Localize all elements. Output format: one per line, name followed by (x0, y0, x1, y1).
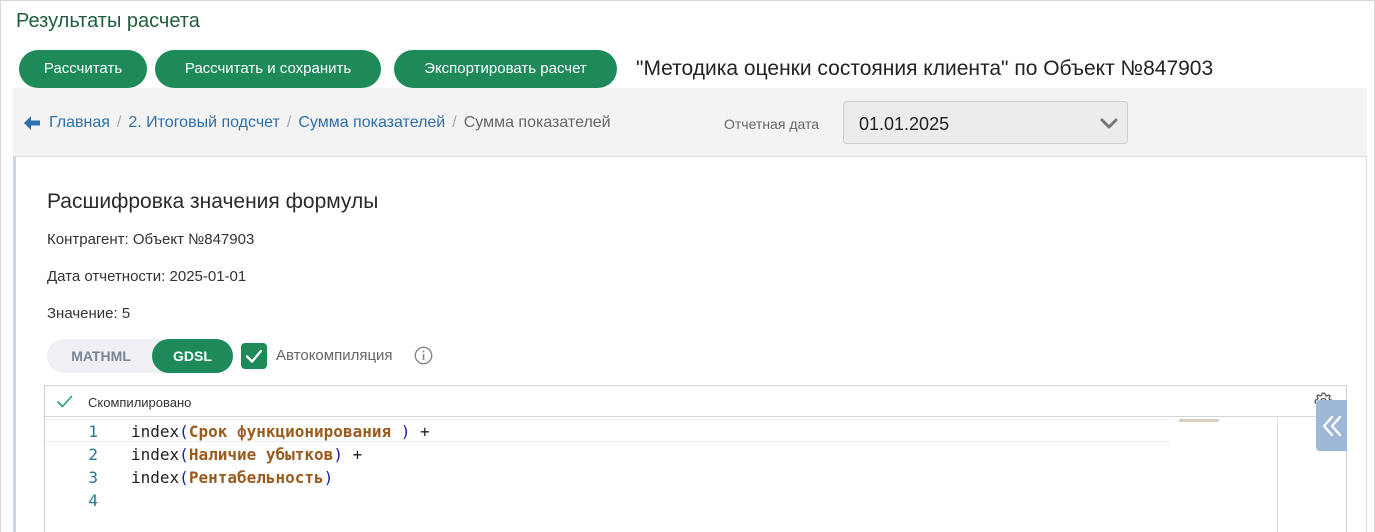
editor-minimap[interactable] (1179, 419, 1219, 422)
checkmark-icon (245, 349, 263, 363)
autocompile-checkbox[interactable] (241, 343, 267, 369)
breadcrumb-bar: Главная / 2. Итоговый подсчет / Сумма показа… (13, 88, 1367, 156)
breadcrumb-sum[interactable]: Сумма показателей (298, 114, 445, 131)
value-text: Значение: 5 (47, 305, 131, 322)
counterparty-text: Контрагент: Объект №847903 (47, 231, 255, 248)
code-line: 4 (45, 489, 1170, 512)
editor-scrollbar[interactable] (1277, 418, 1278, 532)
report-date-select[interactable]: 01.01.2025 (843, 101, 1128, 144)
autocompile-label: Автокомпиляция (276, 347, 393, 364)
code-editor: Скомпилировано 1 index(Срок функциониров… (44, 385, 1347, 532)
mode-mathml[interactable]: MATHML (53, 339, 149, 373)
checkmark-icon (57, 395, 73, 408)
calculate-save-button[interactable]: Рассчитать и сохранить (155, 50, 381, 88)
line-number: 3 (88, 468, 98, 487)
info-icon[interactable] (414, 346, 433, 365)
export-button[interactable]: Экспортировать расчет (394, 50, 617, 88)
breadcrumb: Главная / 2. Итоговый подсчет / Сумма показа… (49, 114, 611, 132)
code-line: 3 index(Рентабельность) (45, 466, 1170, 489)
mode-toggle: MATHML GDSL (47, 339, 233, 373)
breadcrumb-separator: / (286, 114, 292, 131)
line-number: 2 (88, 445, 98, 464)
breadcrumb-separator: / (452, 114, 457, 131)
double-chevron-left-icon (1322, 415, 1342, 437)
code-line: 2 index(Наличие убытков) + (45, 443, 1170, 466)
back-arrow-icon[interactable] (23, 114, 41, 132)
report-date-label: Отчетная дата (724, 116, 820, 132)
line-text: index(Рентабельность) (131, 468, 334, 487)
formula-title: Расшифровка значения формулы (47, 190, 379, 213)
report-date-text: Дата отчетности: 2025-01-01 (47, 268, 247, 285)
expand-side-panel-button[interactable] (1316, 400, 1347, 451)
breadcrumb-separator: / (116, 114, 122, 131)
page-title: Результаты расчета (16, 10, 200, 32)
breadcrumb-total[interactable]: 2. Итоговый подсчет (128, 114, 280, 131)
chevron-down-icon (1100, 118, 1118, 129)
compile-status: Скомпилировано (88, 395, 192, 410)
line-text: index(Срок функционирования ) + (131, 422, 430, 441)
method-title: "Методика оценки состояния клиента" по О… (636, 57, 1214, 80)
line-number: 1 (88, 422, 98, 441)
line-text: index(Наличие убытков) + (131, 445, 363, 464)
mode-gdsl[interactable]: GDSL (152, 339, 233, 373)
calculate-button[interactable]: Рассчитать (19, 50, 147, 88)
line-number: 4 (88, 491, 98, 510)
report-date-value: 01.01.2025 (859, 114, 950, 134)
code-area[interactable]: 1 index(Срок функционирования ) + 2 inde… (45, 418, 1277, 532)
breadcrumb-home[interactable]: Главная (49, 114, 110, 131)
editor-header: Скомпилировано (45, 386, 1346, 417)
code-line: 1 index(Срок функционирования ) + (45, 419, 1170, 442)
breadcrumb-current: Сумма показателей (463, 114, 611, 131)
